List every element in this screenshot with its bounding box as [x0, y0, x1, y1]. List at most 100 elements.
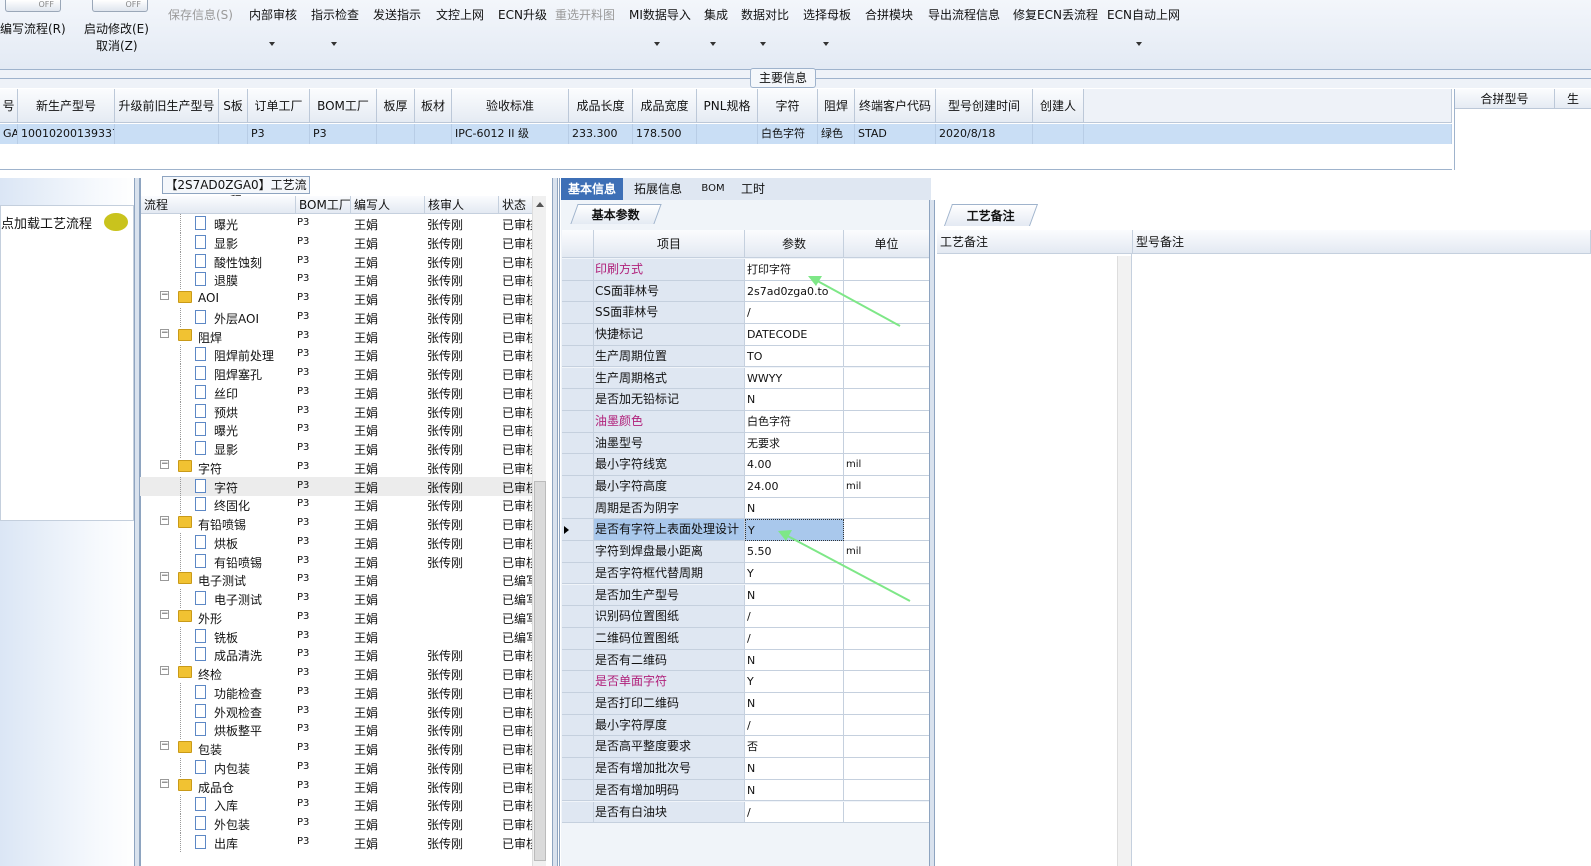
- row-indicator[interactable]: [562, 606, 594, 628]
- param-value[interactable]: /: [745, 627, 844, 650]
- collapse-icon[interactable]: −: [160, 572, 169, 582]
- row-indicator[interactable]: [562, 497, 594, 520]
- cancel-button[interactable]: 取消(Z): [96, 37, 138, 54]
- main-info-cell[interactable]: [1033, 124, 1084, 144]
- collapse-icon[interactable]: −: [160, 516, 169, 525]
- main-info-cell[interactable]: 233.300: [569, 124, 633, 144]
- collapse-icon[interactable]: −: [160, 328, 169, 338]
- col-header-main[interactable]: 字符: [758, 89, 818, 123]
- col-header-writer[interactable]: 编写人: [351, 196, 425, 214]
- main-info-grid[interactable]: 号GA0新生产型号10010200139337升级前旧生产型号S板订单工厂P3B…: [0, 89, 1452, 170]
- tree-row[interactable]: 烘板整平 P3 王娟 张传刚 已审核: [140, 720, 544, 740]
- row-indicator[interactable]: [562, 432, 594, 455]
- internal-review-button[interactable]: 内部审核: [249, 6, 297, 23]
- param-value[interactable]: N: [745, 649, 844, 672]
- col-header-main[interactable]: 型号创建时间: [936, 89, 1033, 123]
- toggle-switch-write[interactable]: OFF: [5, 0, 61, 12]
- ecn-upgrade-button[interactable]: ECN升级: [498, 6, 547, 23]
- mi-data-import-button[interactable]: MI数据导入: [629, 6, 691, 23]
- collapse-icon[interactable]: −: [160, 459, 169, 469]
- main-info-cell[interactable]: 绿色: [818, 124, 855, 144]
- col-header-item[interactable]: 项目: [594, 230, 745, 258]
- row-indicator[interactable]: [562, 693, 594, 715]
- chevron-down-icon[interactable]: [1136, 42, 1142, 46]
- tree-row[interactable]: − 外形 P3 王娟 已编写: [140, 608, 544, 627]
- col-header-main[interactable]: 板厚: [377, 89, 415, 123]
- main-info-cell[interactable]: [115, 124, 219, 144]
- col-header-flow[interactable]: 流程: [141, 196, 296, 214]
- reselect-cutting-button[interactable]: 重选开料图: [555, 6, 615, 23]
- write-flow-button[interactable]: 编写流程(R): [0, 20, 66, 37]
- row-indicator[interactable]: [562, 280, 594, 303]
- fix-ecn-flow-button[interactable]: 修复ECN丢流程: [1013, 6, 1098, 23]
- col-header-main[interactable]: S板: [219, 89, 248, 123]
- tree-row[interactable]: 酸性蚀刻 P3 王娟 张传刚 已审核: [140, 251, 544, 271]
- row-indicator[interactable]: [562, 541, 594, 563]
- param-value[interactable]: N: [745, 779, 844, 802]
- tree-row[interactable]: 电子测试 P3 王娟 已编写: [140, 589, 544, 608]
- main-info-cell[interactable]: 白色字符: [758, 124, 818, 144]
- col-header-main[interactable]: 订单工厂: [248, 89, 310, 123]
- main-info-cell[interactable]: 178.500: [633, 124, 697, 144]
- start-edit-button[interactable]: 启动修改(E): [84, 20, 149, 37]
- param-value[interactable]: Y: [745, 671, 844, 693]
- basic-params-tab[interactable]: 基本参数: [570, 204, 662, 224]
- instruction-check-button[interactable]: 指示检查: [311, 6, 359, 23]
- tree-row[interactable]: 终固化 P3 王娟 张传刚 已审核: [140, 495, 544, 515]
- row-indicator[interactable]: [562, 801, 594, 824]
- param-row[interactable]: 是否有白油块 /: [562, 801, 930, 824]
- tree-row[interactable]: − AOI P3 王娟 张传刚 已审核: [140, 289, 544, 308]
- chevron-down-icon[interactable]: [331, 42, 337, 46]
- collapse-icon[interactable]: −: [160, 666, 169, 675]
- tree-row[interactable]: 退膜 P3 王娟 张传刚 已审核: [140, 270, 544, 290]
- col-header-bom[interactable]: BOM工厂: [296, 196, 351, 214]
- tree-row[interactable]: 有铅喷锡 P3 王娟 张传刚 已审核: [140, 551, 544, 571]
- col-header-main[interactable]: BOM工厂: [310, 89, 377, 123]
- tree-row[interactable]: − 包装 P3 王娟 张传刚 已审核: [140, 739, 544, 758]
- row-indicator[interactable]: [562, 649, 594, 672]
- tree-row[interactable]: 外观检查 P3 王娟 张传刚 已审核: [140, 701, 544, 721]
- row-indicator[interactable]: [562, 259, 594, 281]
- main-info-cell[interactable]: P3: [310, 124, 377, 144]
- speech-bubble-icon[interactable]: [104, 213, 128, 231]
- param-row[interactable]: 是否高平整度要求否: [562, 736, 930, 759]
- tree-row[interactable]: 功能检查 P3 王娟 张传刚 已审核: [140, 682, 544, 702]
- col-header-main[interactable]: 成品宽度: [633, 89, 697, 123]
- param-value[interactable]: N: [745, 758, 844, 780]
- send-instruction-button[interactable]: 发送指示: [373, 6, 421, 23]
- tree-row[interactable]: − 阻焊 P3 王娟 张传刚 已审核: [140, 327, 544, 346]
- tree-row[interactable]: 出库 P3 王娟 张传刚 已审核: [140, 832, 544, 852]
- main-info-cell[interactable]: [415, 124, 452, 144]
- chevron-down-icon[interactable]: [710, 42, 716, 46]
- row-indicator[interactable]: [562, 324, 594, 346]
- tree-row[interactable]: 烘板 P3 王娟 张传刚 已审核: [140, 532, 544, 552]
- tree-row[interactable]: 入库 P3 王娟 张传刚 已审核: [140, 795, 544, 815]
- collapse-icon[interactable]: −: [160, 741, 169, 750]
- collapse-icon[interactable]: −: [160, 778, 169, 788]
- col-header-process-remark[interactable]: 工艺备注: [937, 230, 1133, 254]
- param-row[interactable]: 二维码位置图纸 /: [562, 627, 930, 650]
- data-compare-button[interactable]: 数据对比: [741, 6, 789, 23]
- chevron-down-icon[interactable]: [823, 42, 829, 46]
- row-indicator[interactable]: [562, 302, 594, 325]
- select-motherboard-button[interactable]: 选择母板: [803, 6, 851, 23]
- tree-row[interactable]: 阻焊塞孔 P3 王娟 张传刚 已审核: [140, 364, 544, 383]
- tree-row[interactable]: 成品清洗 P3 王娟 张传刚 已审核: [140, 645, 544, 665]
- collapse-icon[interactable]: −: [160, 609, 169, 619]
- main-info-cell[interactable]: P3: [248, 124, 310, 144]
- param-value[interactable]: /: [745, 801, 844, 824]
- row-indicator[interactable]: [562, 454, 594, 476]
- col-header-reviewer[interactable]: 核审人: [425, 196, 499, 214]
- col-header-main[interactable]: 号: [0, 89, 18, 123]
- tree-row[interactable]: 阻焊前处理 P3 王娟 张传刚 已审核: [140, 345, 544, 365]
- param-row[interactable]: 是否单面字符 Y: [562, 671, 930, 693]
- row-indicator[interactable]: [562, 758, 594, 780]
- param-row[interactable]: 是否打印二维码 N: [562, 693, 930, 715]
- col-header-merge-model[interactable]: 合拼型号: [1455, 89, 1555, 109]
- merge-module-button[interactable]: 合拼模块: [865, 6, 913, 23]
- tree-scrollbar[interactable]: [532, 196, 546, 866]
- chevron-down-icon[interactable]: [654, 42, 660, 46]
- col-header-side[interactable]: 生: [1555, 89, 1591, 109]
- row-indicator[interactable]: [562, 779, 594, 802]
- row-indicator[interactable]: [562, 476, 594, 498]
